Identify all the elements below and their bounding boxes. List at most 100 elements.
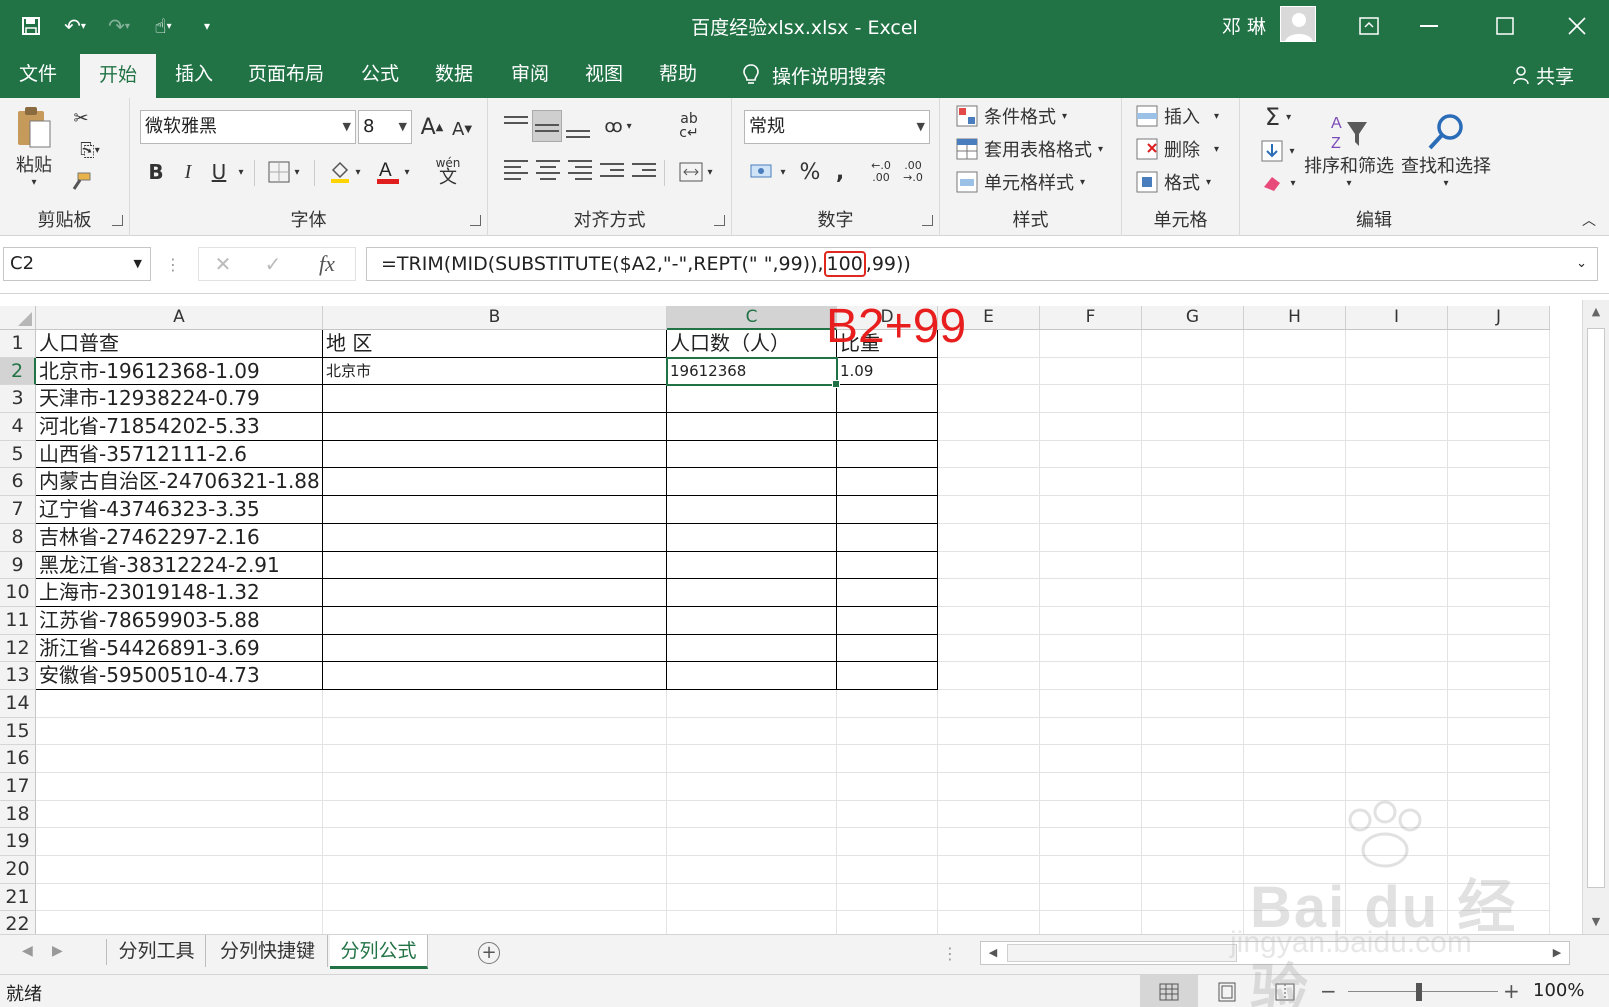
avatar[interactable] (1280, 6, 1316, 42)
row-header[interactable]: 7 (0, 496, 36, 524)
autosum-icon[interactable]: Σ ▾ (1254, 102, 1302, 132)
cell-i5[interactable] (1346, 440, 1448, 469)
cell-i12[interactable] (1346, 634, 1448, 663)
cell-e13[interactable] (938, 662, 1040, 690)
cell-b16[interactable] (323, 745, 667, 773)
cell-j2[interactable] (1448, 357, 1550, 386)
undo-icon[interactable]: ↶ ▾ (58, 10, 92, 42)
cell-i10[interactable] (1346, 579, 1448, 607)
cell-c7[interactable] (667, 496, 837, 524)
cell-f11[interactable] (1040, 606, 1142, 635)
tab-page-layout[interactable]: 页面布局 (238, 52, 334, 98)
cell-c6[interactable] (667, 468, 837, 497)
cell-c11[interactable] (667, 606, 837, 635)
cell-g7[interactable] (1142, 496, 1244, 524)
cell-g13[interactable] (1142, 662, 1244, 690)
cell-f6[interactable] (1040, 468, 1142, 497)
italic-button[interactable]: I (174, 156, 202, 188)
cell-d16[interactable] (837, 745, 938, 773)
cell-b10[interactable] (323, 579, 667, 607)
cell-c4[interactable] (667, 413, 837, 441)
scroll-down-icon[interactable]: ▼ (1583, 910, 1609, 934)
cell-b6[interactable] (323, 468, 667, 497)
borders-icon[interactable]: ▾ (260, 156, 308, 188)
cancel-icon[interactable]: ✕ (205, 248, 241, 280)
row-header[interactable]: 10 (0, 579, 36, 607)
cell-b20[interactable] (323, 856, 667, 884)
cell-e11[interactable] (938, 606, 1040, 635)
cell-i18[interactable] (1346, 800, 1448, 829)
cell-d9[interactable] (837, 551, 938, 580)
cell-a1[interactable]: 人口普查 (36, 330, 323, 358)
cell-g22[interactable] (1142, 911, 1244, 934)
underline-button[interactable]: U (204, 156, 234, 188)
decrease-font-icon[interactable]: A ▼ (448, 114, 476, 144)
row-header[interactable]: 6 (0, 468, 36, 497)
row-header[interactable]: 4 (0, 413, 36, 441)
cell-j22[interactable] (1448, 911, 1550, 934)
align-left-icon[interactable] (502, 156, 530, 188)
tab-data[interactable]: 数据 (422, 52, 486, 98)
collapse-ribbon-icon[interactable]: ︿ (1578, 210, 1600, 230)
cell-e22[interactable] (938, 911, 1040, 934)
cell-a11[interactable]: 江苏省-78659903-5.88 (36, 606, 323, 635)
tab-review[interactable]: 审阅 (498, 52, 562, 98)
cell-b22[interactable] (323, 911, 667, 934)
cell-j16[interactable] (1448, 745, 1550, 773)
cell-b18[interactable] (323, 800, 667, 829)
row-header[interactable]: 8 (0, 523, 36, 552)
cell-i9[interactable] (1346, 551, 1448, 580)
cell-j3[interactable] (1448, 385, 1550, 414)
cell-h18[interactable] (1244, 800, 1346, 829)
cell-d20[interactable] (837, 856, 938, 884)
page-layout-view-icon[interactable] (1198, 975, 1256, 1007)
cell-c18[interactable] (667, 800, 837, 829)
cell-i4[interactable] (1346, 413, 1448, 441)
cell-g1[interactable] (1142, 330, 1244, 358)
cell-b3[interactable] (323, 385, 667, 414)
cell-d3[interactable] (837, 385, 938, 414)
cell-a16[interactable] (36, 745, 323, 773)
cell-a10[interactable]: 上海市-23019148-1.32 (36, 579, 323, 607)
cell-i16[interactable] (1346, 745, 1448, 773)
zoom-level[interactable]: 100% (1533, 980, 1584, 1001)
cell-g10[interactable] (1142, 579, 1244, 607)
cell-d11[interactable] (837, 606, 938, 635)
cell-a5[interactable]: 山西省-35712111-2.6 (36, 440, 323, 469)
cell-a2[interactable]: 北京市-19612368-1.09 (36, 357, 323, 386)
row-header[interactable]: 16 (0, 745, 36, 773)
ribbon-display-icon[interactable] (1340, 0, 1398, 52)
fill-color-icon[interactable]: ▾ (322, 156, 368, 188)
align-middle-icon[interactable] (532, 110, 562, 142)
increase-font-icon[interactable]: A ▲ (418, 112, 446, 142)
cell-b4[interactable] (323, 413, 667, 441)
cell-i13[interactable] (1346, 662, 1448, 690)
horizontal-scrollbar[interactable]: ◀ ▶ (980, 941, 1570, 965)
cell-i21[interactable] (1346, 883, 1448, 912)
row-header[interactable]: 1 (0, 330, 36, 358)
cell-c5[interactable] (667, 440, 837, 469)
copy-icon[interactable]: ⎘ ▾ (66, 136, 114, 164)
page-break-view-icon[interactable] (1256, 975, 1314, 1007)
cell-f12[interactable] (1040, 634, 1142, 663)
cell-g8[interactable] (1142, 523, 1244, 552)
cell-e8[interactable] (938, 523, 1040, 552)
column-header-a[interactable]: A (36, 306, 323, 330)
cell-e19[interactable] (938, 828, 1040, 857)
cell-d5[interactable] (837, 440, 938, 469)
row-header[interactable]: 11 (0, 606, 36, 635)
row-header[interactable]: 15 (0, 717, 36, 746)
cell-j14[interactable] (1448, 689, 1550, 718)
cell-i3[interactable] (1346, 385, 1448, 414)
cell-a19[interactable] (36, 828, 323, 857)
tell-me-search[interactable]: 操作说明搜索 (742, 52, 886, 98)
cell-d18[interactable] (837, 800, 938, 829)
cell-j13[interactable] (1448, 662, 1550, 690)
cell-c2[interactable]: 19612368 (666, 356, 840, 389)
cell-styles-button[interactable]: 单元格样式 ▾ (956, 167, 1116, 197)
cell-f22[interactable] (1040, 911, 1142, 934)
cut-icon[interactable]: ✂ (66, 104, 96, 132)
decrease-indent-icon[interactable] (598, 156, 626, 188)
align-top-icon[interactable] (502, 110, 530, 142)
cell-j4[interactable] (1448, 413, 1550, 441)
